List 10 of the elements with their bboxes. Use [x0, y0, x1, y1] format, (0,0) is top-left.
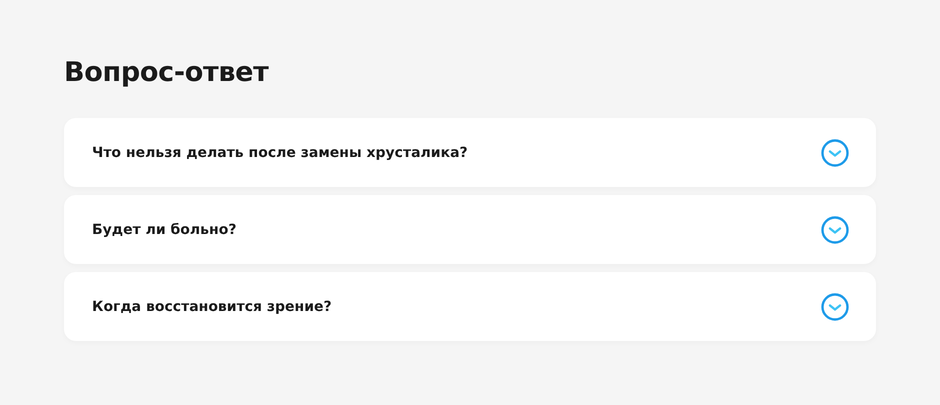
question-text: Когда восстановится зрение?: [92, 298, 332, 314]
faq-item[interactable]: Будет ли больно?: [64, 195, 876, 264]
chevron-down-icon[interactable]: [821, 138, 849, 166]
faq-item[interactable]: Что нельзя делать после замены хрусталика?: [64, 118, 876, 187]
faq-item[interactable]: Когда восстановится зрение?: [64, 272, 876, 341]
question-text: Что нельзя делать после замены хрусталика?: [92, 144, 468, 160]
section-title: Вопрос-ответ: [64, 56, 270, 90]
chevron-down-icon[interactable]: [821, 292, 849, 320]
question-text: Будет ли больно?: [92, 222, 236, 238]
chevron-down-icon[interactable]: [821, 216, 849, 244]
